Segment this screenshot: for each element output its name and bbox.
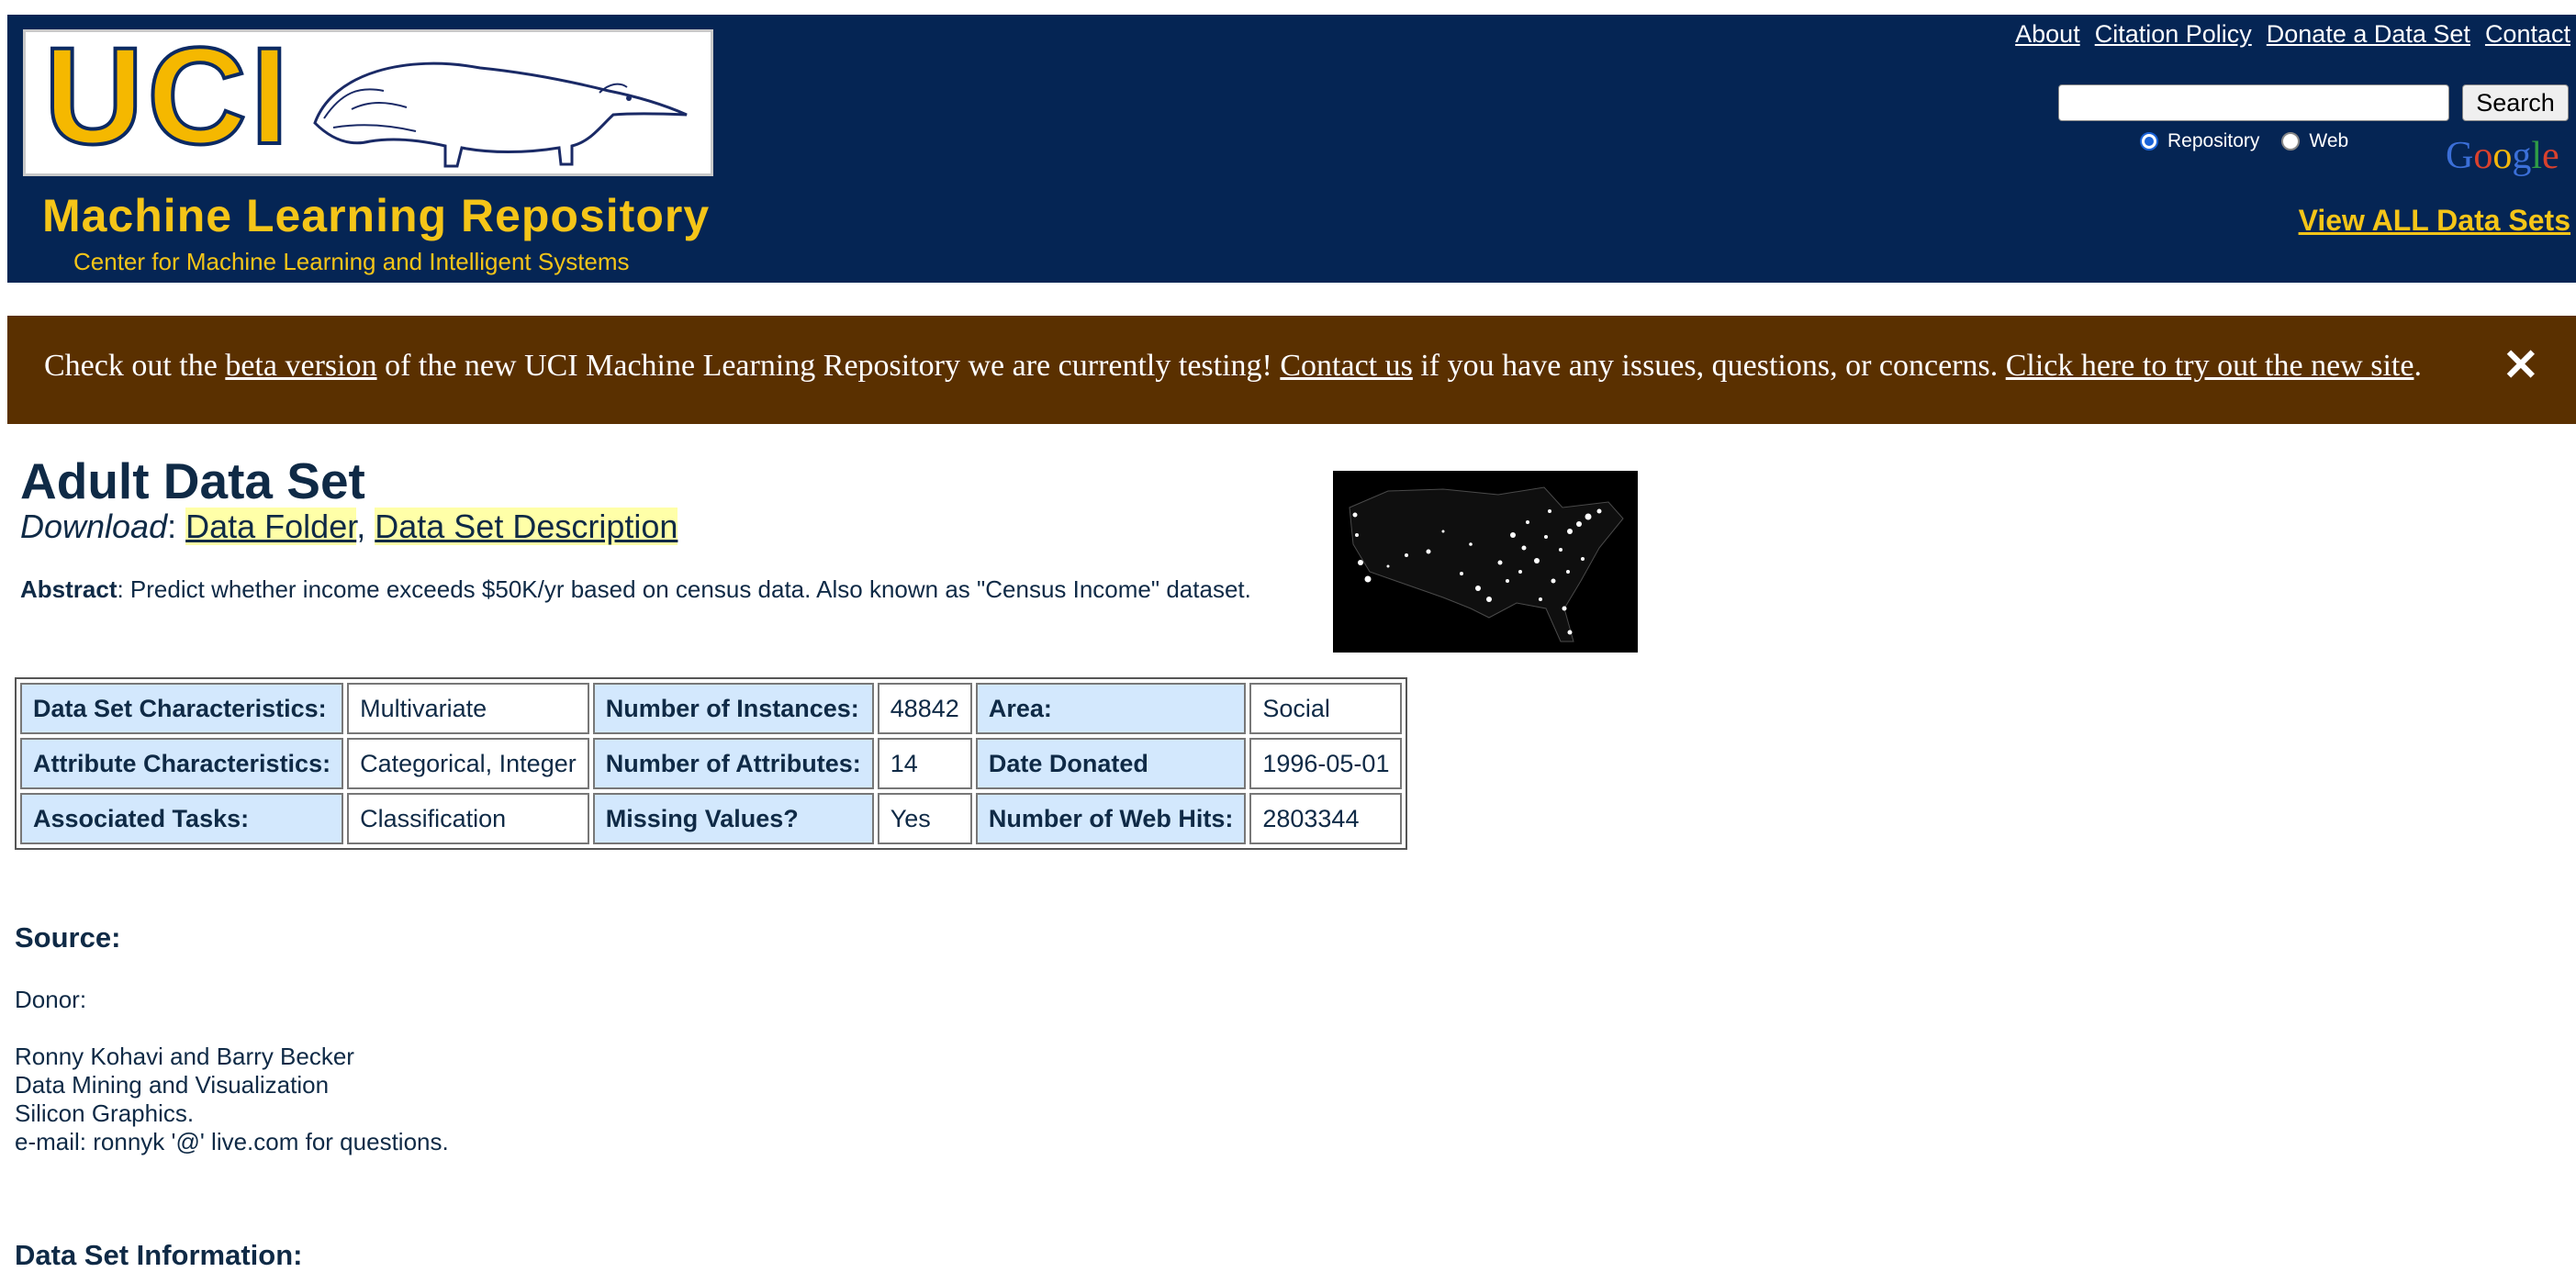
table-key: Missing Values? (592, 793, 874, 844)
us-night-lights-image (1333, 471, 1638, 653)
banner-text-part: . (2414, 349, 2422, 383)
search-scope: Repository Web (2140, 130, 2370, 152)
google-logo: Google (2446, 135, 2559, 177)
donor-line: Silicon Graphics. (15, 1099, 195, 1127)
donor-line: e-mail: ronnyk '@' live.com for question… (15, 1128, 449, 1155)
table-value: Multivariate (347, 683, 589, 734)
try-new-site-link[interactable]: Click here to try out the new site (2006, 349, 2414, 383)
beta-version-link[interactable]: beta version (225, 349, 376, 383)
donor-line: Ronny Kohavi and Barry Becker (15, 1043, 354, 1070)
citation-policy-link[interactable]: Citation Policy (2095, 20, 2252, 49)
web-radio-label: Web (2309, 130, 2349, 151)
download-label: Download (20, 508, 168, 545)
repository-radio-label: Repository (2167, 130, 2260, 151)
table-value: Categorical, Integer (347, 738, 589, 789)
logo-text: UCI (42, 18, 293, 173)
top-nav: About Citation Policy Donate a Data Set … (2015, 20, 2570, 49)
table-key: Attribute Characteristics: (20, 738, 344, 789)
data-folder-link[interactable]: Data Folder (185, 508, 357, 545)
data-set-description-link[interactable]: Data Set Description (375, 508, 678, 545)
donor-line: Data Mining and Visualization (15, 1071, 330, 1099)
table-row: Attribute Characteristics: Categorical, … (20, 738, 1403, 789)
uci-logo[interactable]: UCI (23, 18, 713, 176)
repository-radio[interactable] (2140, 132, 2158, 151)
donate-link[interactable]: Donate a Data Set (2267, 20, 2470, 49)
banner-text: Check out the beta version of the new UC… (44, 349, 2422, 384)
contact-us-link[interactable]: Contact us (1280, 349, 1412, 383)
site-header: UCI Machine Learning Repository Center f… (7, 15, 2576, 283)
table-key: Associated Tasks: (20, 793, 344, 844)
repo-title: Machine Learning Repository (42, 190, 711, 241)
table-value: Social (1249, 683, 1403, 734)
about-link[interactable]: About (2015, 20, 2080, 49)
data-set-information-heading: Data Set Information: (15, 1239, 303, 1271)
abstract: Abstract: Predict whether income exceeds… (20, 575, 1251, 604)
table-row: Associated Tasks: Classification Missing… (20, 793, 1403, 844)
banner-text-part: Check out the (44, 349, 226, 383)
table-value: 1996-05-01 (1249, 738, 1403, 789)
abstract-text: : Predict whether income exceeds $50K/yr… (117, 575, 1251, 603)
anteater-icon (313, 61, 688, 168)
banner-text-part: if you have any issues, questions, or co… (1412, 349, 2006, 383)
web-radio[interactable] (2281, 132, 2301, 151)
table-key: Data Set Characteristics: (20, 683, 344, 734)
beta-banner: Check out the beta version of the new UC… (7, 316, 2576, 424)
download-row: Download: Data Folder, Data Set Descript… (20, 508, 678, 545)
table-value: 48842 (877, 683, 972, 734)
banner-text-part: of the new UCI Machine Learning Reposito… (376, 349, 1281, 383)
donor-info: Ronny Kohavi and Barry Becker Data Minin… (15, 1043, 449, 1156)
page-title: Adult Data Set (20, 452, 365, 509)
close-icon[interactable]: ✕ (2503, 340, 2539, 391)
table-value: 2803344 (1249, 793, 1403, 844)
table-value: Yes (877, 793, 972, 844)
source-heading: Source: (15, 921, 121, 954)
table-key: Number of Web Hits: (975, 793, 1247, 844)
table-key: Date Donated (975, 738, 1247, 789)
table-key: Number of Attributes: (592, 738, 874, 789)
abstract-label: Abstract (20, 575, 118, 603)
table-key: Area: (975, 683, 1247, 734)
dataset-info-table: Data Set Characteristics: Multivariate N… (15, 677, 1408, 850)
search-input[interactable] (2058, 84, 2449, 121)
table-value: Classification (347, 793, 589, 844)
table-value: 14 (877, 738, 972, 789)
table-row: Data Set Characteristics: Multivariate N… (20, 683, 1403, 734)
search-button[interactable]: Search (2462, 84, 2569, 121)
contact-link[interactable]: Contact (2485, 20, 2570, 49)
repo-subtitle: Center for Machine Learning and Intellig… (73, 248, 630, 275)
view-all-datasets-link[interactable]: View ALL Data Sets (2299, 204, 2570, 238)
table-key: Number of Instances: (592, 683, 874, 734)
donor-label: Donor: (15, 986, 87, 1013)
